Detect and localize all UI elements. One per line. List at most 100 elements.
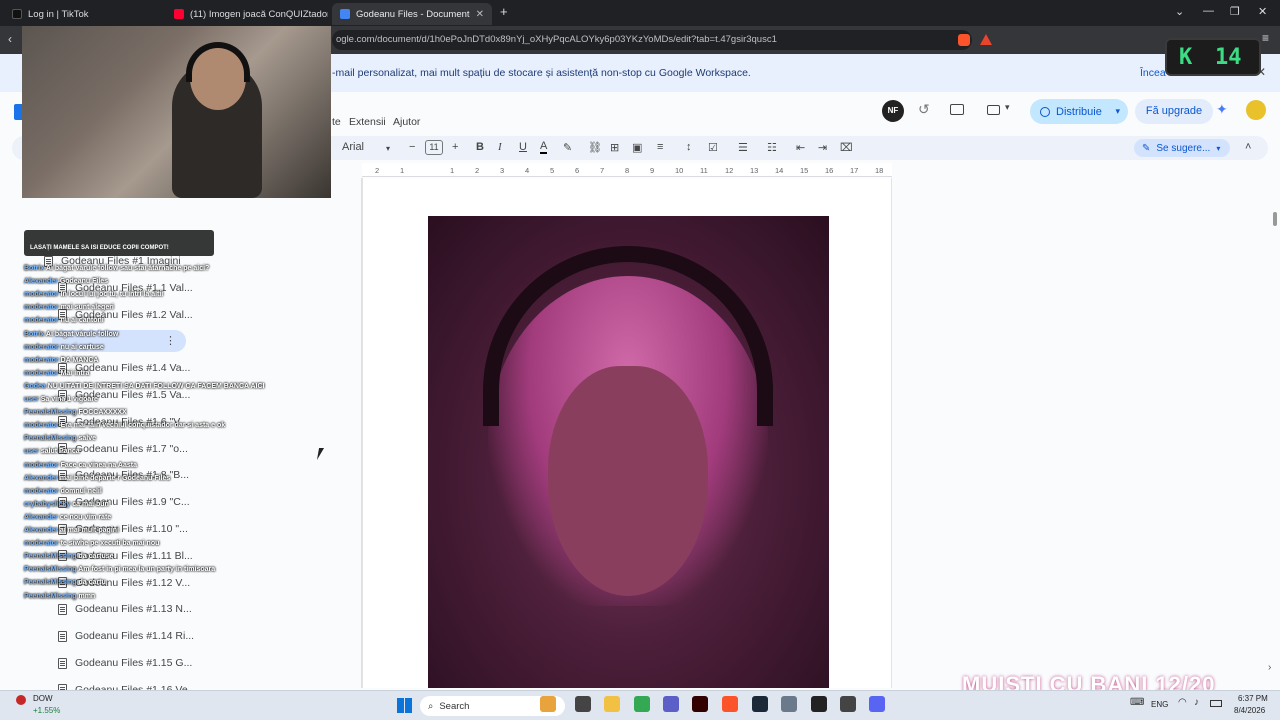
- banner-start-link[interactable]: Încea: [1140, 67, 1166, 79]
- chat-message: moderator nu ai cartuse: [24, 344, 104, 351]
- discord-icon[interactable]: [869, 696, 885, 712]
- tab-youtube[interactable]: (11) Imogen joacă ConQUIZtador (m: [166, 3, 328, 25]
- language-indicator[interactable]: ENG: [1151, 700, 1168, 709]
- taskview-icon[interactable]: [575, 696, 591, 712]
- account-avatar[interactable]: [1246, 100, 1266, 120]
- clock-date[interactable]: 8/4/2026: [1234, 706, 1265, 715]
- side-panel-expand-icon[interactable]: ›: [1268, 662, 1271, 673]
- menu-extensii[interactable]: Extensii: [349, 116, 386, 128]
- chat-text: Ai băgat vărule follow sau stai ătărnach…: [45, 265, 210, 272]
- menu-icon[interactable]: ≡: [1262, 31, 1269, 45]
- bullet-list-icon[interactable]: ☰: [738, 141, 748, 154]
- bold-icon[interactable]: B: [476, 141, 484, 153]
- wifi-icon[interactable]: ◠: [1178, 697, 1187, 708]
- back-icon[interactable]: ‹: [8, 32, 12, 46]
- suggest-chevron-icon: ▾: [1216, 143, 1221, 153]
- chat-text: mai bine departe r Godeanu Files: [59, 474, 171, 482]
- start-icon[interactable]: [397, 698, 412, 713]
- add-comment-icon[interactable]: ⊞: [610, 141, 619, 154]
- collapse-toolbar-icon[interactable]: ˄: [1245, 141, 1251, 153]
- numbered-list-icon[interactable]: ☷: [767, 141, 777, 154]
- outline-item-more-icon[interactable]: ⋮: [165, 334, 176, 347]
- outline-item[interactable]: Godeanu Files #1.14 Ri...: [58, 630, 194, 642]
- chat-username: crybabyslicky: [24, 500, 71, 508]
- chat-message: moderator Face ca vinea na Aasta: [24, 462, 137, 469]
- new-tab-icon[interactable]: +: [500, 4, 508, 19]
- font-chevron-icon[interactable]: ▾: [386, 144, 390, 153]
- ruler-tick-label: 9: [650, 166, 655, 175]
- decrease-font-icon[interactable]: −: [409, 141, 415, 153]
- font-size-input[interactable]: 11: [425, 140, 443, 155]
- avatar[interactable]: NF: [882, 100, 904, 122]
- brave-shield-icon[interactable]: [958, 34, 970, 46]
- steam-icon[interactable]: [752, 696, 768, 712]
- suggesting-mode-button[interactable]: ✎ Se sugere... ▾: [1134, 139, 1230, 157]
- align-icon[interactable]: ≡: [657, 141, 663, 153]
- increase-font-icon[interactable]: +: [452, 141, 458, 153]
- ruler-tick-label: 7: [600, 166, 605, 175]
- settings-icon[interactable]: [781, 696, 797, 712]
- outline-item[interactable]: Godeanu Files #1.13 N...: [58, 603, 192, 615]
- url-field[interactable]: ogle.com/document/d/1h0ePoJnDTd0x89nYj_o…: [332, 30, 972, 50]
- gemini-icon[interactable]: ✦: [1216, 101, 1228, 118]
- insert-image-icon[interactable]: ▣: [632, 141, 642, 154]
- app-icon[interactable]: [840, 696, 856, 712]
- chat-text: mai sunt alegeri: [60, 304, 114, 312]
- chat-message: crybabyslicky ca mai bun: [24, 501, 109, 508]
- tab-tiktok[interactable]: Log in | TikTok: [4, 3, 164, 25]
- chat-username: PeenalsMissing: [24, 566, 77, 574]
- underline-icon[interactable]: U: [519, 141, 527, 153]
- highlight-icon[interactable]: ✎: [563, 141, 572, 154]
- chat-text: ca mai bun: [72, 500, 109, 508]
- meet-chevron-icon[interactable]: ▾: [1005, 102, 1010, 113]
- meet-icon[interactable]: [987, 105, 1000, 115]
- chat-text: Mai intra: [60, 369, 90, 377]
- share-chevron-icon[interactable]: ▾: [1115, 106, 1120, 117]
- outline-item[interactable]: Godeanu Files #1.15 G...: [58, 657, 192, 669]
- close-icon[interactable]: ✕: [476, 9, 484, 20]
- share-button[interactable]: Distribuie ▾: [1030, 99, 1128, 124]
- battery-icon[interactable]: [1210, 700, 1222, 707]
- file-explorer-icon[interactable]: [604, 696, 620, 712]
- increase-indent-icon[interactable]: ⇥: [818, 141, 827, 154]
- minimize-icon[interactable]: —: [1203, 5, 1214, 17]
- volume-icon[interactable]: ♪: [1194, 697, 1199, 708]
- ruler-tick-label: 11: [700, 166, 708, 175]
- link-icon[interactable]: ⛓: [588, 141, 602, 154]
- menu-instrumente[interactable]: te: [332, 116, 341, 128]
- scrollbar-thumb[interactable]: [1273, 212, 1277, 226]
- tab-google-docs[interactable]: Godeanu Files - Documente Goo ✕: [332, 3, 492, 25]
- italic-icon[interactable]: I: [498, 141, 502, 153]
- document-image[interactable]: [428, 216, 829, 688]
- share-label: Distribuie: [1056, 105, 1102, 118]
- comments-icon[interactable]: [950, 104, 964, 115]
- tab-search-chevron-icon[interactable]: ⌄: [1175, 5, 1184, 18]
- widget-icon[interactable]: [540, 696, 556, 712]
- ruler-tick-label: 6: [575, 166, 580, 175]
- decrease-indent-icon[interactable]: ⇤: [796, 141, 805, 154]
- line-spacing-icon[interactable]: ↕: [686, 141, 692, 153]
- checklist-icon[interactable]: ☑: [708, 141, 718, 154]
- keyboard-icon[interactable]: ⌨: [1130, 697, 1144, 708]
- stock-name[interactable]: DOW: [33, 694, 53, 703]
- teams-icon[interactable]: [663, 696, 679, 712]
- maximize-icon[interactable]: ❐: [1230, 5, 1240, 18]
- clear-formatting-icon[interactable]: ⌧: [840, 141, 853, 154]
- illustrator-icon[interactable]: [692, 696, 708, 712]
- history-icon[interactable]: ↺: [918, 101, 930, 118]
- outline-item-label: Godeanu Files #1.14 Ri...: [75, 630, 195, 643]
- menu-ajutor[interactable]: Ajutor: [393, 116, 420, 128]
- window-close-icon[interactable]: ✕: [1258, 5, 1267, 18]
- rewards-icon[interactable]: [980, 34, 992, 45]
- ruler-tick-label: 2: [375, 166, 380, 175]
- clock-time[interactable]: 6:37 PM: [1238, 694, 1268, 703]
- obs-icon[interactable]: [811, 696, 827, 712]
- chat-text: Face ca vinea na Aasta: [60, 461, 137, 469]
- text-color-icon[interactable]: A: [540, 141, 548, 154]
- font-select[interactable]: Arial: [342, 141, 364, 153]
- brave-icon[interactable]: [722, 696, 738, 712]
- upgrade-button[interactable]: Fă upgrade: [1135, 99, 1213, 124]
- webcam-overlay: [22, 26, 331, 198]
- chrome-icon[interactable]: [634, 696, 650, 712]
- chat-username: Godea: [24, 382, 46, 390]
